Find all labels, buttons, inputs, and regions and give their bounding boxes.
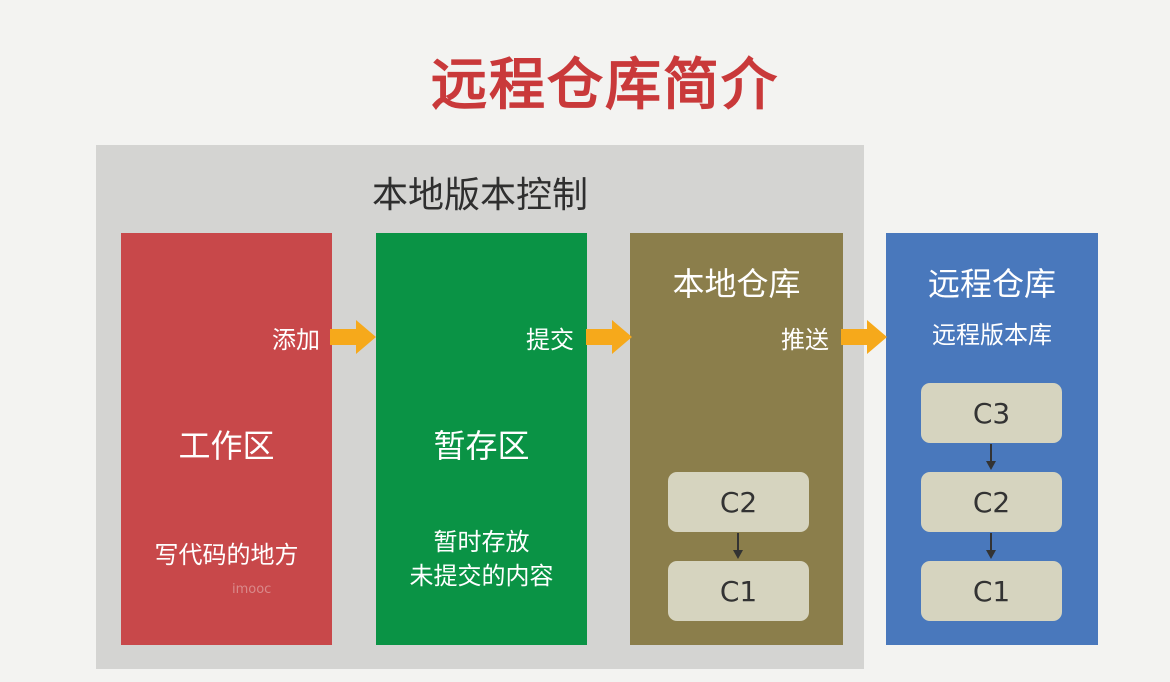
page-title: 远程仓库简介	[431, 53, 779, 118]
arrow-right-icon	[841, 320, 887, 354]
local-commit-c2: C2	[668, 472, 809, 532]
local-repo-title: 本地仓库	[672, 265, 801, 303]
staging-area-box: 暂存区 暂时存放 未提交的内容	[376, 233, 587, 645]
remote-repo-subtitle: 远程版本库	[932, 321, 1052, 349]
action-label-push: 推送	[781, 326, 829, 354]
local-version-control-title: 本地版本控制	[371, 175, 588, 216]
arrow-right-icon	[330, 320, 376, 354]
staging-area-title: 暂存区	[433, 427, 530, 465]
remote-commit-c2: C2	[921, 472, 1062, 532]
remote-commit-c3: C3	[921, 383, 1062, 443]
remote-commit-c1: C1	[921, 561, 1062, 621]
remote-repo-title: 远程仓库	[927, 265, 1056, 303]
commit-link-arrow-icon	[986, 533, 996, 559]
commit-link-arrow-icon	[986, 444, 996, 470]
staging-area-description-line2: 未提交的内容	[409, 562, 554, 590]
staging-area-description-line1: 暂时存放	[433, 528, 530, 556]
action-label-commit: 提交	[526, 326, 574, 354]
workspace-box: 工作区 写代码的地方 imooc	[121, 233, 332, 645]
local-commit-c1: C1	[668, 561, 809, 621]
action-label-add: 添加	[272, 326, 320, 354]
commit-link-arrow-icon	[733, 533, 743, 559]
workspace-title: 工作区	[178, 427, 275, 465]
arrow-right-icon	[586, 320, 632, 354]
workspace-description: 写代码的地方	[154, 541, 299, 569]
watermark-text: imooc	[232, 582, 272, 597]
